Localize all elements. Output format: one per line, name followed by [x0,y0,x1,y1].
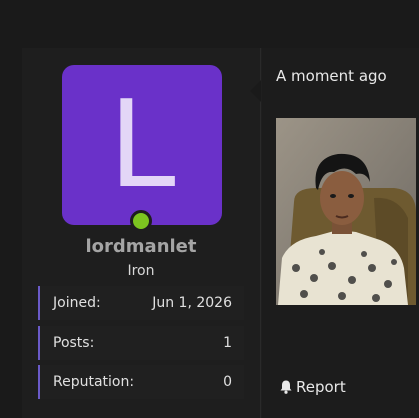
avatar-letter: L [108,76,176,215]
post-arrow [250,80,261,102]
stat-value: 0 [223,374,232,390]
online-status-indicator [130,210,152,232]
stat-value: 1 [223,335,232,351]
photo-of-person-icon [276,118,416,305]
stat-joined: Joined: Jun 1, 2026 [38,286,244,320]
post-image[interactable] [276,118,416,305]
stat-reputation: Reputation: 0 [38,365,244,399]
stat-posts: Posts: 1 [38,326,244,360]
avatar[interactable]: L [62,65,222,225]
report-label: Report [296,378,346,396]
report-button[interactable]: Report [278,378,346,396]
post-timestamp[interactable]: A moment ago [276,67,387,85]
user-rank: Iron [127,263,155,279]
stat-label: Joined: [53,295,101,311]
username[interactable]: lordmanlet [22,236,260,257]
stat-label: Reputation: [53,374,135,390]
stat-value: Jun 1, 2026 [152,295,232,311]
bell-icon [280,380,292,394]
stat-label: Posts: [53,335,95,351]
